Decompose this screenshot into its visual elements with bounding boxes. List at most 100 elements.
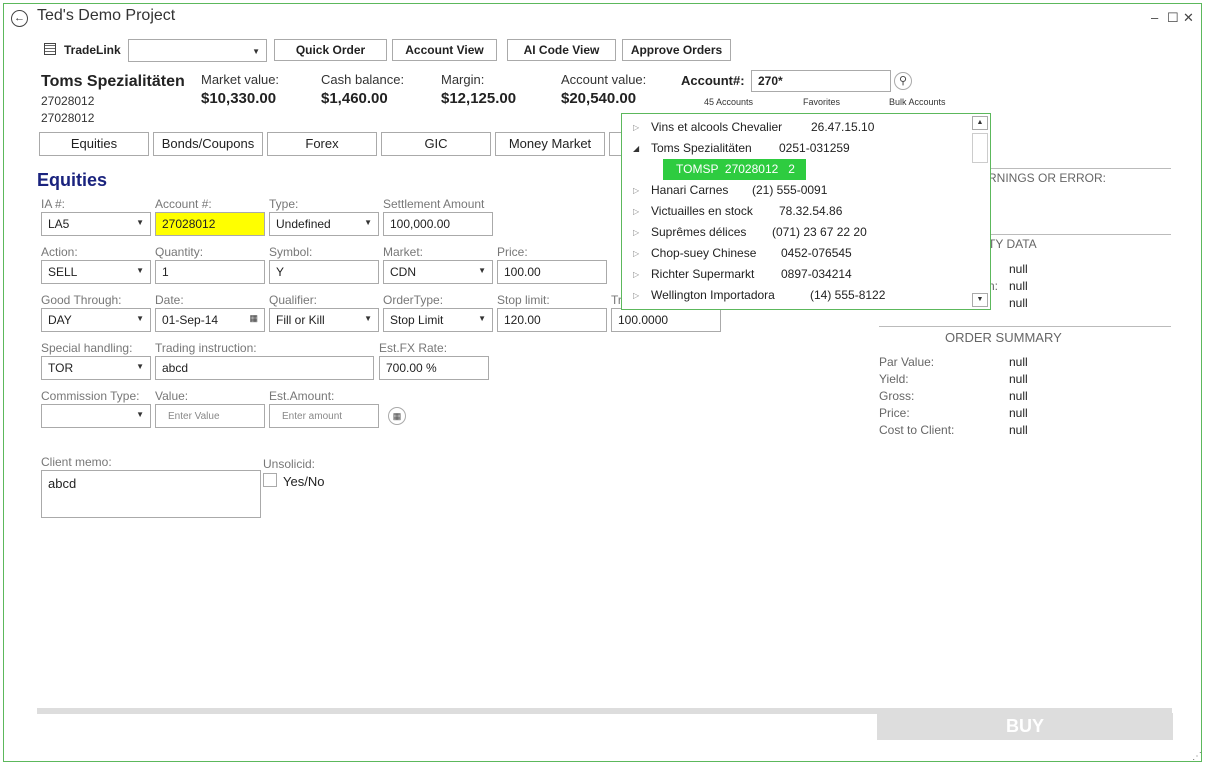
ordertype-select[interactable]: Stop Limit ▼ <box>383 308 493 332</box>
cost-to-client-label: Cost to Client: <box>879 423 955 437</box>
special-handling-label: Special handling: <box>41 341 133 355</box>
accounts-count-link[interactable]: 45 Accounts <box>704 97 753 107</box>
fx-rate-field[interactable]: 700.00 % <box>379 356 489 380</box>
qualifier-label: Qualifier: <box>269 293 318 307</box>
maximize-icon[interactable]: ☐ <box>1167 10 1179 26</box>
expand-icon[interactable]: ▷ <box>633 201 639 222</box>
special-handling-select[interactable]: TOR ▼ <box>41 356 151 380</box>
collapse-icon[interactable]: ◢ <box>633 138 639 159</box>
close-icon[interactable]: ✕ <box>1183 10 1194 26</box>
warnings-header: RNINGS OR ERROR: <box>988 171 1107 185</box>
margin-value: $12,125.00 <box>441 90 517 107</box>
window-title: Ted's Demo Project <box>37 7 176 24</box>
dropdown-item[interactable]: ▷ Wellington Importadora (14) 555-8122 <box>622 285 962 306</box>
search-icon[interactable]: ⚲ <box>894 72 912 90</box>
item-name: Suprêmes délices <box>651 225 747 239</box>
approve-orders-button[interactable]: Approve Orders <box>622 39 731 61</box>
est-amount-label: Est.Amount: <box>269 389 335 403</box>
bulk-accounts-link[interactable]: Bulk Accounts <box>889 97 946 107</box>
client-memo-field[interactable]: abcd <box>41 470 261 518</box>
expand-icon[interactable]: ▷ <box>633 180 639 201</box>
value-input[interactable]: Enter Value <box>155 404 265 428</box>
est-amount-input[interactable]: Enter amount <box>269 404 379 428</box>
buy-button[interactable]: BUY <box>877 713 1173 740</box>
item-name: Richter Supermarkt <box>651 267 755 281</box>
account-field[interactable]: 27028012 <box>155 212 265 236</box>
favorites-link[interactable]: Favorites <box>803 97 840 107</box>
cash-balance: $1,460.00 <box>321 90 388 107</box>
price-label: Price: <box>497 245 528 259</box>
settlement-label: Settlement Amount <box>383 197 485 211</box>
symbol-field[interactable]: Y <box>269 260 379 284</box>
stop-limit-field[interactable]: 120.00 <box>497 308 607 332</box>
account-value: $20,540.00 <box>561 90 637 107</box>
item-phone: (21) 555-0091 <box>752 183 828 197</box>
scroll-thumb[interactable] <box>972 133 988 163</box>
scroll-up-icon[interactable]: ▲ <box>972 116 988 130</box>
ia-label: IA #: <box>41 197 66 211</box>
market-value: CDN <box>390 265 416 279</box>
dropdown-item-selected[interactable]: TOMSP 27028012 2 <box>663 159 806 180</box>
market-value: $10,330.00 <box>201 90 277 107</box>
dropdown-item[interactable]: ▷ Suprêmes délices (071) 23 67 22 20 <box>622 222 962 243</box>
item-phone: (14) 555-8122 <box>810 288 886 302</box>
account-search-input[interactable]: 270* <box>751 70 891 92</box>
ia-select[interactable]: LA5 ▼ <box>41 212 151 236</box>
dropdown-item[interactable]: ◢ Toms Spezialitäten 0251-031259 <box>622 138 962 159</box>
account-number: 27028012 <box>41 94 95 108</box>
type-select[interactable]: Undefined ▼ <box>269 212 379 236</box>
date-label: Date: <box>155 293 184 307</box>
expand-icon[interactable]: ▷ <box>633 222 639 243</box>
market-select[interactable]: CDN ▼ <box>383 260 493 284</box>
tradelink-select[interactable]: ▼ <box>128 39 267 62</box>
item-name: Hanari Carnes <box>651 183 729 197</box>
good-through-select[interactable]: DAY ▼ <box>41 308 151 332</box>
account-view-button[interactable]: Account View <box>392 39 497 61</box>
trading-instruction-label: Trading instruction: <box>155 341 257 355</box>
dropdown-item[interactable]: ▷ Hanari Carnes (21) 555-0091 <box>622 180 962 201</box>
back-icon[interactable]: ← <box>11 10 28 27</box>
expand-icon[interactable]: ▷ <box>633 117 639 138</box>
scroll-down-icon[interactable]: ▼ <box>972 293 988 307</box>
minimize-icon[interactable]: – <box>1151 10 1158 25</box>
qualifier-select[interactable]: Fill or Kill ▼ <box>269 308 379 332</box>
ai-code-view-button[interactable]: AI Code View <box>507 39 616 61</box>
chevron-down-icon: ▼ <box>136 218 144 227</box>
tab-bonds-coupons[interactable]: Bonds/Coupons <box>153 132 263 156</box>
trailing-field[interactable]: 100.0000 <box>611 308 721 332</box>
action-select[interactable]: SELL ▼ <box>41 260 151 284</box>
price-summary-label: Price: <box>879 406 910 420</box>
quantity-field[interactable]: 1 <box>155 260 265 284</box>
unsolicited-checkbox[interactable] <box>263 473 277 487</box>
tab-gic[interactable]: GIC <box>381 132 491 156</box>
dropdown-item[interactable]: ▷ Vins et alcools Chevalier 26.47.15.10 <box>622 117 962 138</box>
calculator-icon[interactable]: ▦ <box>388 407 406 425</box>
quick-order-button[interactable]: Quick Order <box>274 39 387 61</box>
dropdown-scrollbar[interactable]: ▲ ▼ <box>972 116 988 307</box>
settlement-field[interactable]: 100,000.00 <box>383 212 493 236</box>
ordertype-label: OrderType: <box>383 293 444 307</box>
expand-icon[interactable]: ▷ <box>633 285 639 306</box>
item-phone: 0897-034214 <box>781 267 852 281</box>
date-value: 01-Sep-14 <box>162 313 219 327</box>
commission-type-select[interactable]: ▼ <box>41 404 151 428</box>
unsolicited-option: Yes/No <box>283 474 325 489</box>
price-field[interactable]: 100.00 <box>497 260 607 284</box>
account-search-label: Account#: <box>681 73 745 88</box>
item-phone: 78.32.54.86 <box>779 204 843 218</box>
par-value-label: Par Value: <box>879 355 935 369</box>
resize-grip-icon[interactable]: ⋰ <box>1192 751 1202 762</box>
unsolicited-label: Unsolicid: <box>263 457 316 471</box>
date-field[interactable]: 01-Sep-14 ▦ <box>155 308 265 332</box>
trading-instruction-field[interactable]: abcd <box>155 356 374 380</box>
expand-icon[interactable]: ▷ <box>633 264 639 285</box>
tab-equities[interactable]: Equities <box>39 132 149 156</box>
dropdown-item[interactable]: ▷ Victuailles en stock 78.32.54.86 <box>622 201 962 222</box>
expand-icon[interactable]: ▷ <box>633 243 639 264</box>
chevron-down-icon: ▼ <box>364 218 372 227</box>
calendar-icon[interactable]: ▦ <box>249 313 258 324</box>
tab-money-market[interactable]: Money Market <box>495 132 605 156</box>
dropdown-item[interactable]: ▷ Chop-suey Chinese 0452-076545 <box>622 243 962 264</box>
tab-forex[interactable]: Forex <box>267 132 377 156</box>
dropdown-item[interactable]: ▷ Richter Supermarkt 0897-034214 <box>622 264 962 285</box>
